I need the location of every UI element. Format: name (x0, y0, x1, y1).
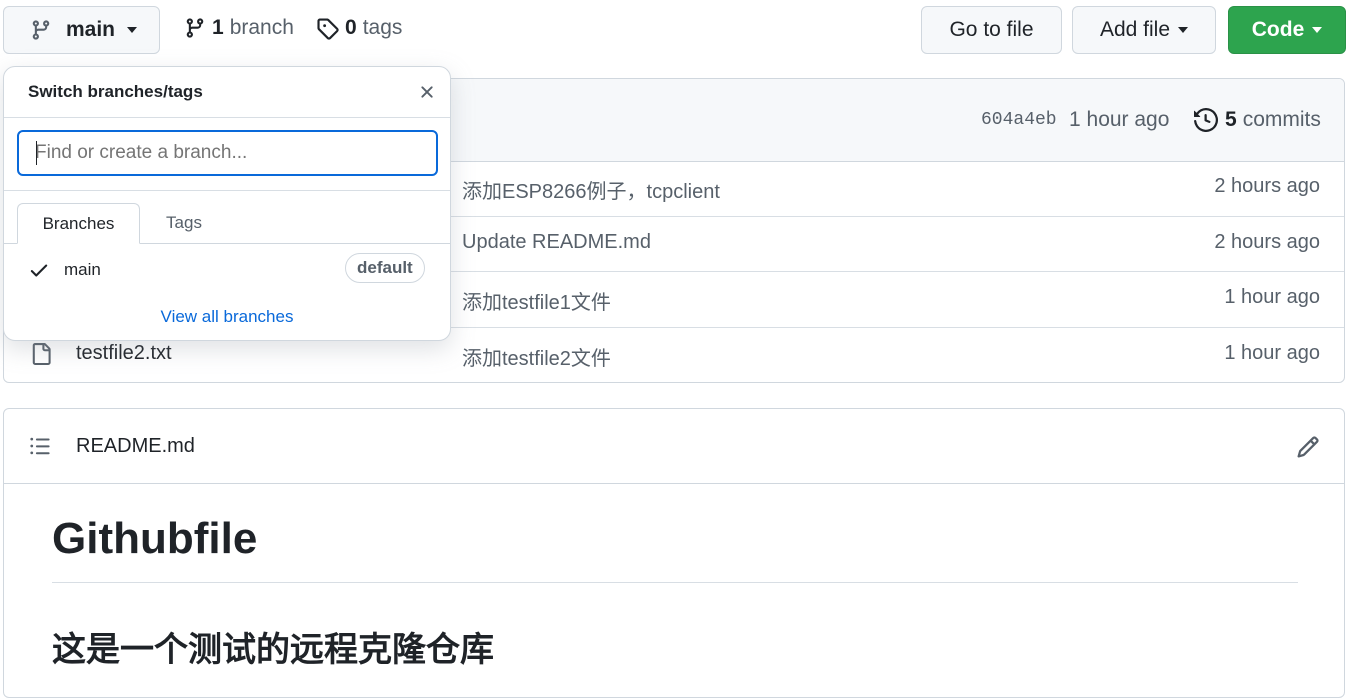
tag-icon (316, 17, 339, 40)
branch-item-label: main (64, 260, 101, 279)
file-icon (30, 342, 52, 371)
commit-message[interactable]: 添加testfile2文件 (462, 342, 611, 371)
commit-count: 5 (1225, 108, 1237, 131)
go-to-file-button[interactable]: Go to file (921, 6, 1062, 54)
divider (4, 190, 450, 191)
tab-tags[interactable]: Tags (140, 203, 228, 243)
close-icon[interactable] (417, 82, 437, 107)
default-badge: default (345, 253, 425, 283)
git-branch-icon (184, 17, 206, 39)
branch-select-button[interactable]: main (3, 6, 160, 54)
readme-panel: README.md Githubfile 这是一个测试的远程克隆仓库 (3, 408, 1345, 698)
go-to-file-label: Go to file (949, 18, 1034, 41)
chevron-down-icon (1178, 27, 1189, 33)
tags-link[interactable]: 0 tags (316, 16, 402, 40)
commit-message[interactable]: Update README.md (462, 231, 651, 254)
divider (4, 117, 450, 118)
code-button[interactable]: Code (1228, 6, 1346, 54)
pencil-icon[interactable] (1296, 435, 1320, 464)
commit-age: 1 hour ago (1224, 342, 1320, 364)
commit-message[interactable]: 添加testfile1文件 (462, 286, 611, 315)
commit-age: 2 hours ago (1214, 175, 1320, 197)
dropdown-title: Switch branches/tags (28, 82, 203, 101)
text-cursor (36, 141, 37, 165)
view-all-branches-link[interactable]: View all branches (4, 307, 450, 327)
commit-age: 1 hour ago (1224, 286, 1320, 308)
readme-filename[interactable]: README.md (76, 435, 195, 458)
readme-h1: Githubfile (52, 514, 258, 563)
tab-tags-label: Tags (166, 213, 202, 232)
readme-h2: 这是一个测试的远程克隆仓库 (52, 631, 494, 669)
commit-time: 1 hour ago (1069, 108, 1170, 131)
tab-branches-label: Branches (42, 213, 115, 233)
commit-message[interactable]: 添加ESP8266例子，tcpclient (462, 175, 720, 204)
branch-word: branch (229, 16, 294, 39)
h1-divider (52, 582, 1298, 583)
check-icon (28, 259, 50, 286)
add-file-label: Add file (1099, 18, 1171, 41)
commit-age: 2 hours ago (1214, 231, 1320, 253)
tab-branches[interactable]: Branches (17, 203, 140, 244)
code-label: Code (1251, 18, 1305, 41)
tag-word: tags (362, 16, 403, 39)
branch-dropdown: Switch branches/tags Branches Tags main … (3, 66, 451, 341)
commit-sha[interactable]: 604a4eb (981, 110, 1057, 130)
file-name[interactable]: testfile2.txt (76, 342, 172, 365)
tag-count: 0 (345, 16, 357, 39)
branch-list-item[interactable]: main default (4, 249, 450, 289)
git-branch-icon (30, 19, 52, 41)
branches-link[interactable]: 1 branch (184, 16, 294, 40)
chevron-down-icon (127, 27, 138, 33)
history-icon (1194, 108, 1218, 132)
branch-count: 1 (212, 16, 224, 39)
commit-word: commits (1242, 108, 1321, 131)
add-file-button[interactable]: Add file (1072, 6, 1216, 54)
list-icon[interactable] (28, 435, 52, 462)
commits-link[interactable]: 5 commits (1194, 108, 1321, 132)
chevron-down-icon (1312, 27, 1323, 33)
readme-header: README.md (4, 409, 1344, 484)
branch-search-input[interactable] (17, 130, 438, 176)
current-branch-label: main (66, 18, 116, 41)
